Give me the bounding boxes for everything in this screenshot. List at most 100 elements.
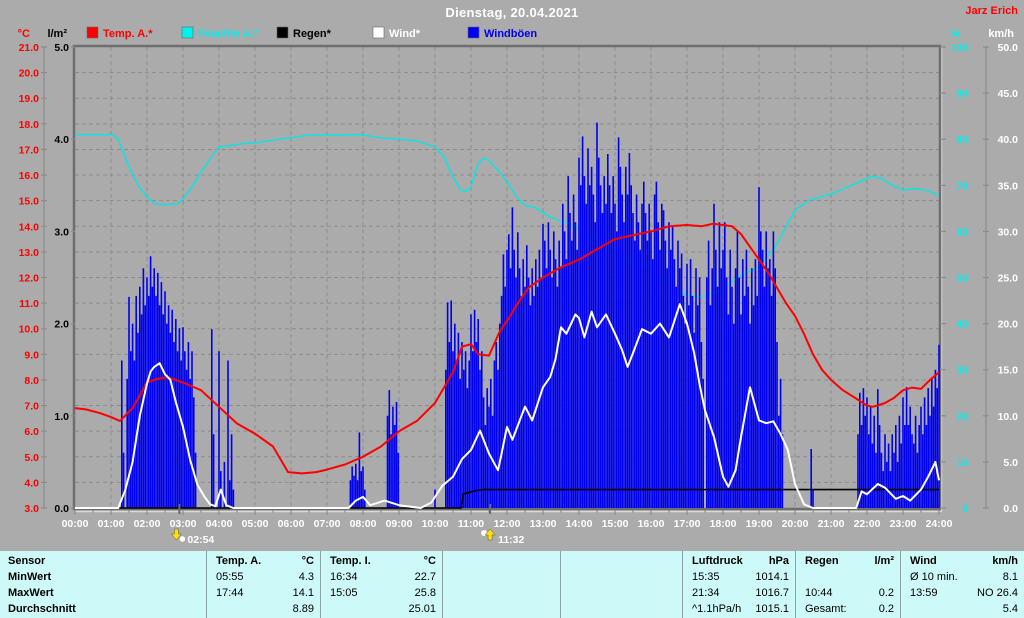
axis-tick-label: 80 bbox=[956, 134, 968, 146]
stats-col-unit: hPa bbox=[768, 555, 789, 567]
axis-tick-label: 4.0 bbox=[24, 477, 39, 489]
axis-tick-label: 20.0 bbox=[998, 319, 1019, 331]
stats-col-name: Temp. A. bbox=[216, 555, 262, 567]
stats-cell: 15:35 1014.1 bbox=[683, 569, 795, 585]
stats-cell: Ø 10 min. 8.1 bbox=[901, 569, 1024, 585]
stats-cell: ^1.1hPa/h 1015.1 bbox=[683, 601, 795, 617]
weather-chart: °C l/m²% km/h Temp. A.* Feuchte A.* Regen* Win… bbox=[18, 26, 1019, 546]
x-tick-label: 01:00 bbox=[98, 518, 125, 530]
legend-swatch bbox=[372, 26, 385, 39]
stats-cell-value: 1015.1 bbox=[755, 603, 789, 615]
axis-tick-label: 11.0 bbox=[19, 298, 39, 310]
wind-axis-unit: km/h bbox=[988, 28, 1014, 40]
axis-tick-label: 30 bbox=[956, 365, 968, 377]
x-tick-label: 13:00 bbox=[530, 518, 557, 530]
axis-tick-label: 9.0 bbox=[24, 349, 39, 361]
stats-cell-value: 1016.7 bbox=[755, 587, 789, 599]
stats-col-unit: °C bbox=[423, 555, 436, 567]
axis-tick-label: 8.0 bbox=[24, 375, 39, 387]
stats-cell-value: 22.7 bbox=[414, 571, 436, 583]
axis-tick-label: 60 bbox=[956, 226, 968, 238]
series-windboeen bbox=[121, 122, 940, 508]
axis-tick-label: 70 bbox=[956, 180, 968, 192]
x-tick-label: 19:00 bbox=[746, 518, 773, 530]
stats-cell-value: 25.8 bbox=[414, 587, 436, 599]
axis-tick-label: 25.0 bbox=[998, 273, 1019, 285]
stats-cell-time: 15:05 bbox=[330, 587, 358, 599]
legend-label: Windböen bbox=[484, 28, 537, 40]
axis-tick-label: 0.0 bbox=[1003, 503, 1018, 515]
stats-cell: Gesamt: 0.2 bbox=[796, 601, 900, 617]
stats-col-empty bbox=[560, 551, 682, 618]
stats-col-header: Luftdruck hPa bbox=[683, 553, 795, 569]
stats-col-name: Regen bbox=[805, 555, 839, 567]
axis-tick-label: 17.0 bbox=[19, 144, 40, 156]
axis-tick-label: 10.0 bbox=[19, 324, 40, 336]
axis-tick-label: 20.0 bbox=[19, 68, 40, 80]
stats-col-header: Temp. A. °C bbox=[207, 553, 320, 569]
axis-tick-label: 3.0 bbox=[54, 226, 69, 238]
stats-col-temp-i: Temp. I. °C 16:34 22.7 15:05 25.8 25.01 bbox=[320, 551, 442, 618]
x-tick-label: 08:00 bbox=[350, 518, 377, 530]
x-labels: 00:00 01:00 02:00 03:00 04:00 05:00 06:00 07:00… bbox=[62, 518, 953, 530]
stats-cell-time: 16:34 bbox=[330, 571, 358, 583]
stats-col-empty bbox=[442, 551, 560, 618]
axis-tick-label: 4.0 bbox=[54, 134, 69, 146]
stats-row-label: Sensor bbox=[8, 555, 46, 567]
axis-tick-label: 0 bbox=[962, 503, 968, 515]
legend-item: Windböen bbox=[467, 26, 537, 40]
stats-col-name: Luftdruck bbox=[692, 555, 743, 567]
stats-cell-time: ^1.1hPa/h bbox=[692, 603, 742, 615]
x-tick-label: 09:00 bbox=[386, 518, 413, 530]
stats-cell-time: 15:35 bbox=[692, 571, 720, 583]
axis-tick-label: 2.0 bbox=[54, 319, 69, 331]
stats-cell-time: 17:44 bbox=[216, 587, 244, 599]
stats-cell-value: 14.1 bbox=[292, 587, 314, 599]
stats-row-label: MinWert bbox=[8, 571, 52, 583]
stats-col-header bbox=[443, 553, 560, 569]
moonset-icon bbox=[170, 528, 186, 543]
stats-cell: 8.89 bbox=[207, 601, 320, 617]
stats-row-label: MaxWert bbox=[8, 587, 54, 599]
axis-tick-label: 1.0 bbox=[54, 411, 69, 423]
weather-app-window: Dienstag, 20.04.2021 Jarz Erich °C l/m²% k… bbox=[0, 0, 1024, 618]
stats-col-unit: km/h bbox=[992, 555, 1018, 567]
x-tick-label: 21:00 bbox=[818, 518, 845, 530]
legend-label: Wind* bbox=[389, 28, 421, 40]
stats-cell-time: Ø 10 min. bbox=[910, 571, 958, 583]
stats-cell: 5.4 bbox=[901, 601, 1024, 617]
stats-col-wind: Wind km/h Ø 10 min. 8.1 13:59 NO 26.4 5.4 bbox=[900, 551, 1024, 618]
stats-cell bbox=[443, 585, 560, 601]
stats-col-name: Temp. I. bbox=[330, 555, 371, 567]
stats-cell-value: 4.3 bbox=[298, 571, 314, 583]
axis-tick-label: 7.0 bbox=[24, 401, 39, 413]
legend-label: Regen* bbox=[293, 28, 332, 40]
stats-cell bbox=[561, 569, 682, 585]
stats-row-label: Durchschnitt bbox=[8, 603, 76, 615]
stats-cell-time: 13:59 bbox=[910, 587, 938, 599]
axis-tick-label: 15.0 bbox=[998, 365, 1019, 377]
stats-cell-time: 05:55 bbox=[216, 571, 244, 583]
legend-swatch bbox=[276, 26, 289, 39]
stats-cell bbox=[561, 585, 682, 601]
x-tick-label: 07:00 bbox=[314, 518, 341, 530]
x-tick-label: 22:00 bbox=[854, 518, 881, 530]
x-tick-label: 10:00 bbox=[422, 518, 449, 530]
axis-tick-label: 10 bbox=[956, 457, 968, 469]
stats-cell-time: 21:34 bbox=[692, 587, 720, 599]
axis-tick-label: 40.0 bbox=[998, 134, 1019, 146]
axis-tick-label: 30.0 bbox=[998, 226, 1019, 238]
stats-col-header: Wind km/h bbox=[901, 553, 1024, 569]
x-tick-label: 05:00 bbox=[242, 518, 269, 530]
x-tick-label: 00:00 bbox=[62, 518, 89, 530]
stats-cell-value: 8.89 bbox=[292, 603, 314, 615]
x-tick-label: 14:00 bbox=[566, 518, 593, 530]
x-tick-label: 18:00 bbox=[710, 518, 737, 530]
stats-col-header bbox=[561, 553, 682, 569]
axis-tick-label: 50.0 bbox=[998, 42, 1019, 54]
stats-cell-value: 0.2 bbox=[878, 587, 894, 599]
axis-tick-label: 3.0 bbox=[24, 503, 39, 515]
moonrise-icon bbox=[480, 528, 496, 541]
stats-col-name: Wind bbox=[910, 555, 937, 567]
legend-label: Feuchte A.* bbox=[198, 28, 259, 40]
